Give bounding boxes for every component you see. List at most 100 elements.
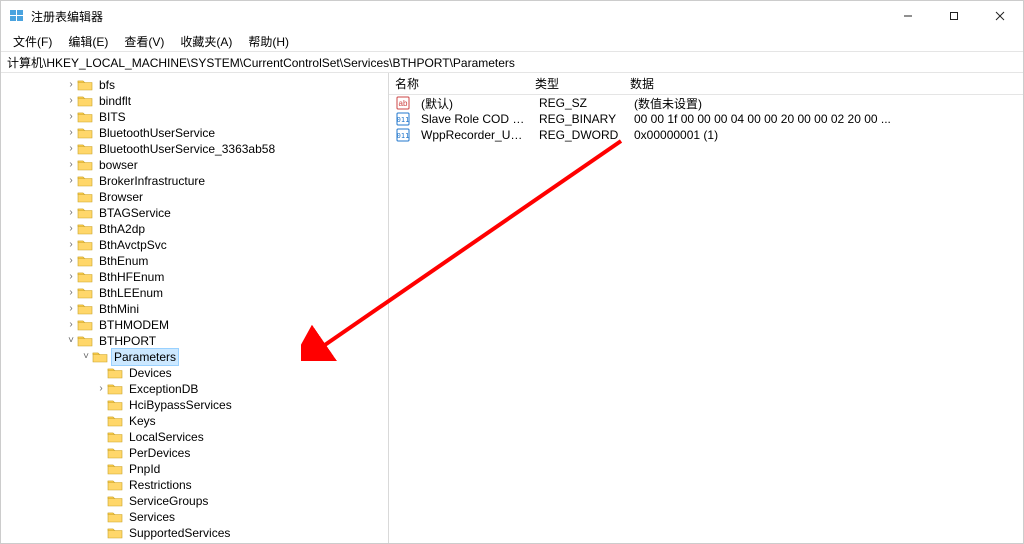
chevron-right-icon[interactable]: › [65,141,77,157]
chevron-right-icon[interactable]: › [65,157,77,173]
tree-item-label: BthMini [97,301,141,317]
folder-icon [107,526,123,540]
binary-value-icon: 011 [395,128,411,142]
svg-text:011: 011 [397,116,410,124]
tree-item[interactable]: › bfs [5,77,388,93]
menu-favorites[interactable]: 收藏夹(A) [174,31,238,52]
tree-item[interactable]: Keys [5,413,388,429]
column-header-name[interactable]: 名称 [389,75,529,92]
value-row[interactable]: ab(默认)REG_SZ(数值未设置) [389,95,1023,111]
folder-icon [107,382,123,396]
tree-item[interactable]: › BthA2dp [5,221,388,237]
tree-item[interactable]: ›bowser [5,157,388,173]
chevron-right-icon[interactable]: › [65,125,77,141]
chevron-right-icon[interactable]: › [65,301,77,317]
folder-icon [92,350,108,364]
chevron-right-icon[interactable]: › [65,205,77,221]
tree-item-label: ExceptionDB [127,381,200,397]
registry-tree: ›bfs›bindflt›BITS›BluetoothUserService›B… [1,77,388,543]
tree-item-label: BTHMODEM [97,317,171,333]
folder-icon [107,414,123,428]
close-button[interactable] [977,1,1023,31]
titlebar: 注册表编辑器 [1,1,1023,31]
value-type: REG_SZ [533,96,628,110]
tree-pane[interactable]: ›bfs›bindflt›BITS›BluetoothUserService›B… [1,73,389,543]
tree-item[interactable]: ›BthHFEnum [5,269,388,285]
minimize-button[interactable] [885,1,931,31]
value-name: (默认) [415,95,533,112]
menu-file[interactable]: 文件(F) [7,31,58,52]
tree-item[interactable]: › ExceptionDB [5,381,388,397]
tree-item[interactable]: ›BthAvctpSvc [5,237,388,253]
column-header-data[interactable]: 数据 [624,75,1023,92]
chevron-right-icon[interactable]: › [65,93,77,109]
tree-item[interactable]: › BthMini [5,301,388,317]
tree-item[interactable]: Browser [5,189,388,205]
tree-item[interactable]: ›BrokerInfrastructure [5,173,388,189]
chevron-right-icon[interactable]: › [65,317,77,333]
tree-item[interactable]: ›BthLEEnum [5,285,388,301]
svg-text:011: 011 [397,132,410,140]
value-row[interactable]: 011WppRecorder_UseTimeSta...REG_DWORD0x0… [389,127,1023,143]
tree-item-label: BTHPORT [97,333,158,349]
tree-item-label: Services [127,509,177,525]
tree-item[interactable]: PnpId [5,461,388,477]
value-name: Slave Role COD Masks [415,112,533,126]
address-bar[interactable]: 计算机\HKEY_LOCAL_MACHINE\SYSTEM\CurrentCon… [1,51,1023,73]
folder-icon [107,478,123,492]
tree-item[interactable]: ˅Parameters [5,349,388,365]
value-row[interactable]: 011Slave Role COD MasksREG_BINARY00 00 1… [389,111,1023,127]
chevron-right-icon[interactable]: › [65,253,77,269]
menu-view[interactable]: 查看(V) [118,31,170,52]
chevron-right-icon[interactable]: › [65,237,77,253]
tree-item[interactable]: Restrictions [5,477,388,493]
chevron-right-icon[interactable]: › [95,381,107,397]
tree-item-label: PerDevices [127,445,192,461]
tree-item-label: BthA2dp [97,221,147,237]
tree-item[interactable]: ›BthEnum [5,253,388,269]
tree-item-label: Keys [127,413,158,429]
menubar: 文件(F) 编辑(E) 查看(V) 收藏夹(A) 帮助(H) [1,31,1023,51]
folder-icon [107,494,123,508]
menu-edit[interactable]: 编辑(E) [62,31,114,52]
tree-item-label: Restrictions [127,477,194,493]
tree-item[interactable]: ›BluetoothUserService_3363ab58 [5,141,388,157]
chevron-right-icon[interactable]: › [65,109,77,125]
tree-item-label: BluetoothUserService [97,125,217,141]
tree-item[interactable]: › BluetoothUserService [5,125,388,141]
chevron-right-icon[interactable]: › [65,173,77,189]
tree-item[interactable]: SupportedServices [5,525,388,541]
folder-icon [77,318,93,332]
tree-item[interactable]: ˅ BTHPORT [5,333,388,349]
folder-icon [77,174,93,188]
folder-icon [77,158,93,172]
tree-item[interactable]: Devices [5,365,388,381]
value-data: 00 00 1f 00 00 00 04 00 00 20 00 00 02 2… [628,112,1023,126]
menu-help[interactable]: 帮助(H) [242,31,295,52]
tree-item[interactable]: ›BITS [5,109,388,125]
value-type: REG_DWORD [533,128,628,142]
chevron-down-icon[interactable]: ˅ [65,333,77,349]
tree-item[interactable]: LocalServices [5,429,388,445]
tree-item[interactable]: UnsupportedServices [5,541,388,543]
tree-item[interactable]: ServiceGroups [5,493,388,509]
tree-item[interactable]: › BTHMODEM [5,317,388,333]
folder-icon [107,366,123,380]
tree-item-label: bfs [97,77,117,93]
chevron-down-icon[interactable]: ˅ [80,349,92,365]
folder-icon [77,142,93,156]
values-pane[interactable]: 名称 类型 数据 ab(默认)REG_SZ(数值未设置) 011 Slave Rol… [389,73,1023,543]
tree-item[interactable]: ›bindflt [5,93,388,109]
folder-icon [107,510,123,524]
tree-item[interactable]: PerDevices [5,445,388,461]
chevron-right-icon[interactable]: › [65,221,77,237]
chevron-right-icon[interactable]: › [65,77,77,93]
tree-item[interactable]: Services [5,509,388,525]
chevron-right-icon[interactable]: › [65,285,77,301]
chevron-right-icon[interactable]: › [65,269,77,285]
column-header-type[interactable]: 类型 [529,75,624,92]
folder-icon [77,254,93,268]
maximize-button[interactable] [931,1,977,31]
tree-item[interactable]: ›BTAGService [5,205,388,221]
tree-item[interactable]: HciBypassServices [5,397,388,413]
